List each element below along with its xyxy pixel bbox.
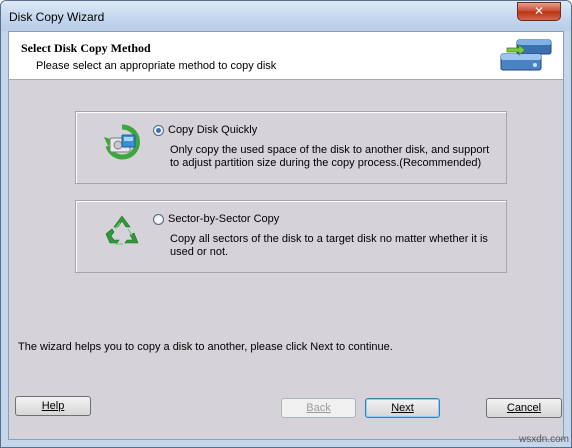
close-button[interactable]: ✕ [517,2,561,21]
option-sector-copy-description: Copy all sectors of the disk to a target… [170,233,488,258]
next-button-label: Next [391,402,414,414]
cancel-button-label: Cancel [506,402,542,414]
option-sector-copy[interactable]: Sector-by-Sector Copy Copy all sectors o… [75,200,507,273]
radio-sector-copy-row[interactable]: Sector-by-Sector Copy [153,213,279,225]
recycle-icon [105,215,139,245]
page-subtitle: Please select an appropriate method to c… [36,60,277,72]
radio-sector-copy[interactable] [153,213,164,225]
disk-quick-copy-icon [104,124,140,160]
page-title: Select Disk Copy Method [21,41,151,55]
wizard-window: Disk Copy Wizard ✕ Select Disk Copy Meth… [0,0,572,448]
window-title: Disk Copy Wizard [9,10,105,24]
back-button-label: Back [306,402,331,414]
radio-sector-copy-label[interactable]: Sector-by-Sector Copy [168,213,279,225]
radio-copy-quickly-row[interactable]: Copy Disk Quickly [153,124,257,136]
help-button-label: Help [41,400,65,412]
option-copy-quickly[interactable]: Copy Disk Quickly Only copy the used spa… [75,111,507,184]
wizard-header: Select Disk Copy Method Please select an… [9,32,563,80]
wizard-content: Select Disk Copy Method Please select an… [8,31,564,440]
help-button[interactable]: Help [15,396,91,416]
wizard-info-text: The wizard helps you to copy a disk to a… [18,341,393,353]
radio-copy-quickly-label[interactable]: Copy Disk Quickly [168,124,257,136]
option-copy-quickly-description: Only copy the used space of the disk to … [170,144,490,169]
cancel-button[interactable]: Cancel [486,398,562,418]
watermark: wsxdn.com [519,434,570,445]
radio-copy-quickly[interactable] [153,124,164,136]
next-button[interactable]: Next [365,398,440,418]
close-icon: ✕ [533,4,545,18]
title-bar[interactable]: Disk Copy Wizard ✕ [1,1,571,31]
back-button[interactable]: Back [281,398,356,418]
disk-copy-icon [500,39,552,71]
